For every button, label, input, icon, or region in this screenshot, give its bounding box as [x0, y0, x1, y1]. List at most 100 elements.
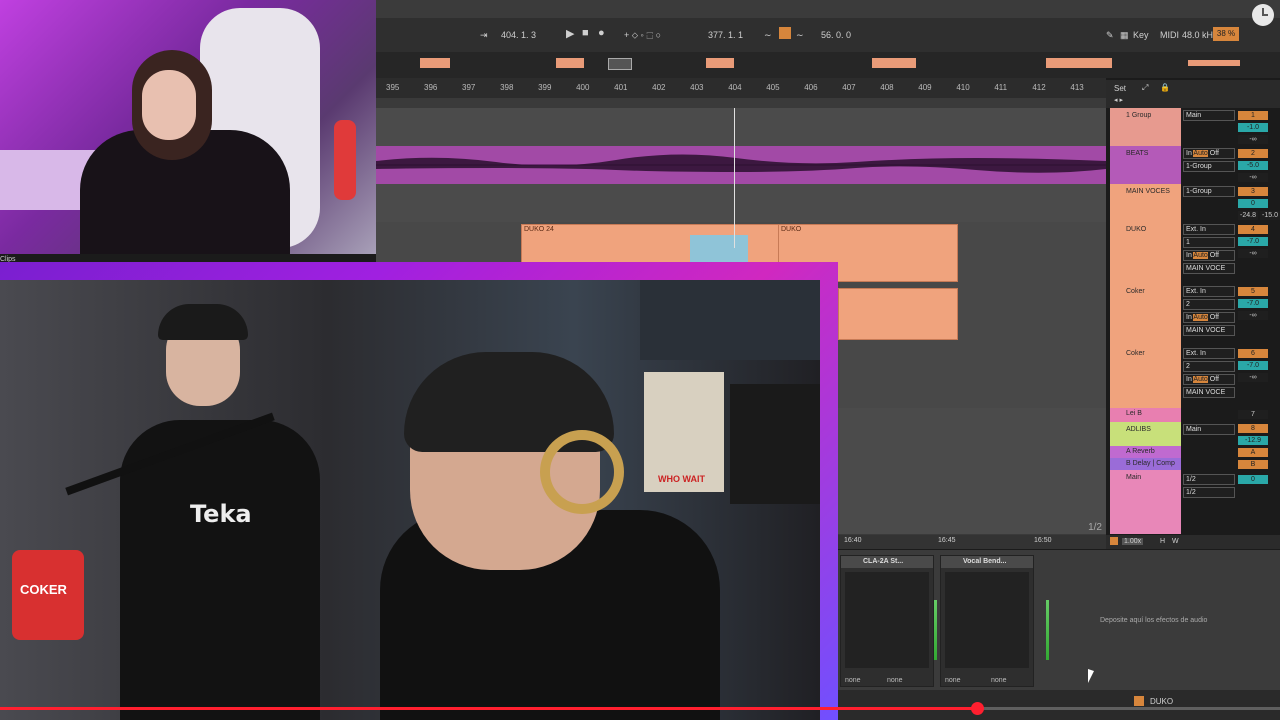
device-title[interactable]: CLA-2A St...	[841, 556, 933, 568]
volume-field[interactable]: -5.0	[1238, 161, 1268, 170]
arrangement-overview[interactable]	[376, 52, 1280, 78]
monitor-off[interactable]: Off	[1210, 314, 1219, 321]
routing-coker-2[interactable]: Ext. In 2 In Auto Off MAIN VOCE	[1183, 348, 1235, 400]
device-preset[interactable]: none	[991, 677, 1007, 684]
loop-brace-strip[interactable]	[376, 98, 1106, 108]
volume-field[interactable]: -7.0	[1238, 361, 1268, 370]
input-channel-select[interactable]: 2	[1183, 299, 1235, 310]
track-lane-group[interactable]	[376, 108, 1106, 147]
track-header-b-delay[interactable]: B Delay | Comp	[1110, 458, 1181, 470]
overdub-icon[interactable]: + ⬦ ◦ ⬚ ○	[624, 30, 661, 41]
device-cla-2a[interactable]: CLA-2A St... none none	[840, 555, 934, 687]
loop-toggle-icon[interactable]	[779, 27, 791, 39]
set-button[interactable]: Set	[1114, 84, 1126, 93]
monitor-in[interactable]: In	[1186, 150, 1192, 157]
arrangement-position[interactable]: 404. 1. 3	[501, 30, 536, 40]
expand-icon[interactable]: ⤢	[1142, 83, 1148, 93]
track-header-lei-b[interactable]: Lei B	[1110, 408, 1181, 422]
zoom-level[interactable]: 1.00x	[1122, 538, 1144, 545]
output-select[interactable]: MAIN VOCE	[1183, 325, 1235, 336]
track-header-beats[interactable]: BEATS	[1110, 146, 1181, 184]
track-activator[interactable]: 5	[1238, 287, 1268, 296]
output-select[interactable]: 1-Group	[1183, 161, 1235, 172]
input-channel-select[interactable]: 1	[1183, 237, 1235, 248]
monitor-row[interactable]: In Auto Off	[1183, 148, 1235, 159]
output-channel-select[interactable]: 1/2	[1183, 487, 1235, 498]
monitor-off[interactable]: Off	[1210, 252, 1219, 259]
routing-main[interactable]: 1/2 1/2	[1183, 474, 1235, 500]
volume-field[interactable]: -1.0	[1238, 123, 1268, 132]
play-icon[interactable]: ▶	[566, 27, 574, 40]
monitor-row[interactable]: In Auto Off	[1183, 374, 1235, 385]
input-select[interactable]: Ext. In	[1183, 286, 1235, 297]
loop-end[interactable]: 56. 0. 0	[821, 30, 851, 40]
pan-field[interactable]: -∞	[1238, 311, 1268, 320]
track-header-adlibs[interactable]: ADLIBS	[1110, 422, 1181, 446]
output-select[interactable]: MAIN VOCE	[1183, 263, 1235, 274]
monitor-off[interactable]: Off	[1210, 376, 1219, 383]
monitor-row[interactable]: In Auto Off	[1183, 250, 1235, 261]
punch-icon[interactable]: ∼	[796, 30, 804, 41]
beat-time-ruler[interactable]: 395 396 397 398 399 400 401 402 403 404 405 406 407 4…	[376, 78, 1106, 98]
return-activator[interactable]: A	[1238, 448, 1268, 457]
output-channel-select[interactable]: 1/2	[1183, 474, 1235, 485]
pan-field[interactable]: -∞	[1238, 173, 1268, 182]
monitor-off[interactable]: Off	[1210, 150, 1219, 157]
track-activator[interactable]: 8	[1238, 424, 1268, 433]
track-lane-main-voces[interactable]	[376, 184, 1106, 223]
track-header-main-voces[interactable]: MAIN VOCES	[1110, 184, 1181, 222]
video-scrubber[interactable]	[970, 702, 984, 715]
track-activator[interactable]: 2	[1238, 149, 1268, 158]
monitor-in[interactable]: In	[1186, 376, 1192, 383]
output-select[interactable]: MAIN VOCE	[1183, 387, 1235, 398]
arrangement-position-icon[interactable]: ⇥	[480, 30, 488, 41]
input-select[interactable]: Ext. In	[1183, 224, 1235, 235]
track-activator[interactable]: 6	[1238, 349, 1268, 358]
pencil-icon[interactable]: ✎	[1106, 30, 1114, 41]
monitor-auto[interactable]: Auto	[1193, 376, 1208, 383]
loop-length[interactable]: 377. 1. 1	[708, 30, 743, 40]
device-vocal-bender[interactable]: Vocal Bend... none none	[940, 555, 1034, 687]
scroll-arrows-icon[interactable]: ◂ ▸	[1114, 96, 1123, 104]
h-button[interactable]: H	[1160, 538, 1165, 545]
volume-field[interactable]: -7.0	[1238, 237, 1268, 246]
monitor-in[interactable]: In	[1186, 314, 1192, 321]
volume-field[interactable]: -12.9	[1238, 436, 1268, 445]
keyboard-icon[interactable]: ▦	[1120, 30, 1129, 41]
output-select[interactable]: 1-Group	[1183, 186, 1235, 197]
monitor-row[interactable]: In Auto Off	[1183, 312, 1235, 323]
record-icon[interactable]: ●	[598, 27, 605, 39]
pan-field[interactable]: -∞	[1238, 135, 1268, 144]
device-title[interactable]: Vocal Bend...	[941, 556, 1033, 568]
clock-icon[interactable]	[1252, 4, 1274, 26]
track-activator[interactable]: 4	[1238, 225, 1268, 234]
track-header-1-group[interactable]: 1 Group	[1110, 108, 1181, 146]
lock-icon[interactable]: 🔒	[1160, 83, 1170, 92]
monitor-auto[interactable]: Auto	[1193, 252, 1208, 259]
track-activator[interactable]: 3	[1238, 187, 1268, 196]
input-channel-select[interactable]: 2	[1183, 361, 1235, 372]
track-header-coker[interactable]: Coker	[1110, 284, 1181, 346]
routing-adlibs[interactable]: Main	[1183, 424, 1235, 437]
midi-map-button[interactable]: MIDI	[1160, 30, 1179, 40]
output-select[interactable]: Main	[1183, 424, 1235, 435]
device-preset[interactable]: none	[845, 677, 861, 684]
device-panel[interactable]	[845, 572, 929, 668]
track-activator[interactable]: 7	[1238, 410, 1268, 419]
routing-duko[interactable]: Ext. In 1 In Auto Off MAIN VOCE	[1183, 224, 1235, 276]
master-volume-field[interactable]: 0	[1238, 475, 1268, 484]
input-select[interactable]: Ext. In	[1183, 348, 1235, 359]
track-lane-beats[interactable]	[376, 146, 1106, 185]
track-activator[interactable]: 1	[1238, 111, 1268, 120]
overview-visible-region[interactable]	[608, 58, 632, 70]
routing-1-group[interactable]: Main	[1183, 110, 1235, 123]
audio-effects-drop-zone[interactable]: Deposite aquí los efectos de audio	[1100, 617, 1207, 624]
pan-field[interactable]: -∞	[1238, 249, 1268, 258]
output-select[interactable]: Main	[1183, 110, 1235, 121]
monitor-in[interactable]: In	[1186, 252, 1192, 259]
return-activator[interactable]: B	[1238, 460, 1268, 469]
selection-icon[interactable]	[1110, 537, 1118, 545]
key-map-button[interactable]: Key	[1133, 30, 1149, 40]
device-preset[interactable]: none	[887, 677, 903, 684]
routing-coker[interactable]: Ext. In 2 In Auto Off MAIN VOCE	[1183, 286, 1235, 338]
